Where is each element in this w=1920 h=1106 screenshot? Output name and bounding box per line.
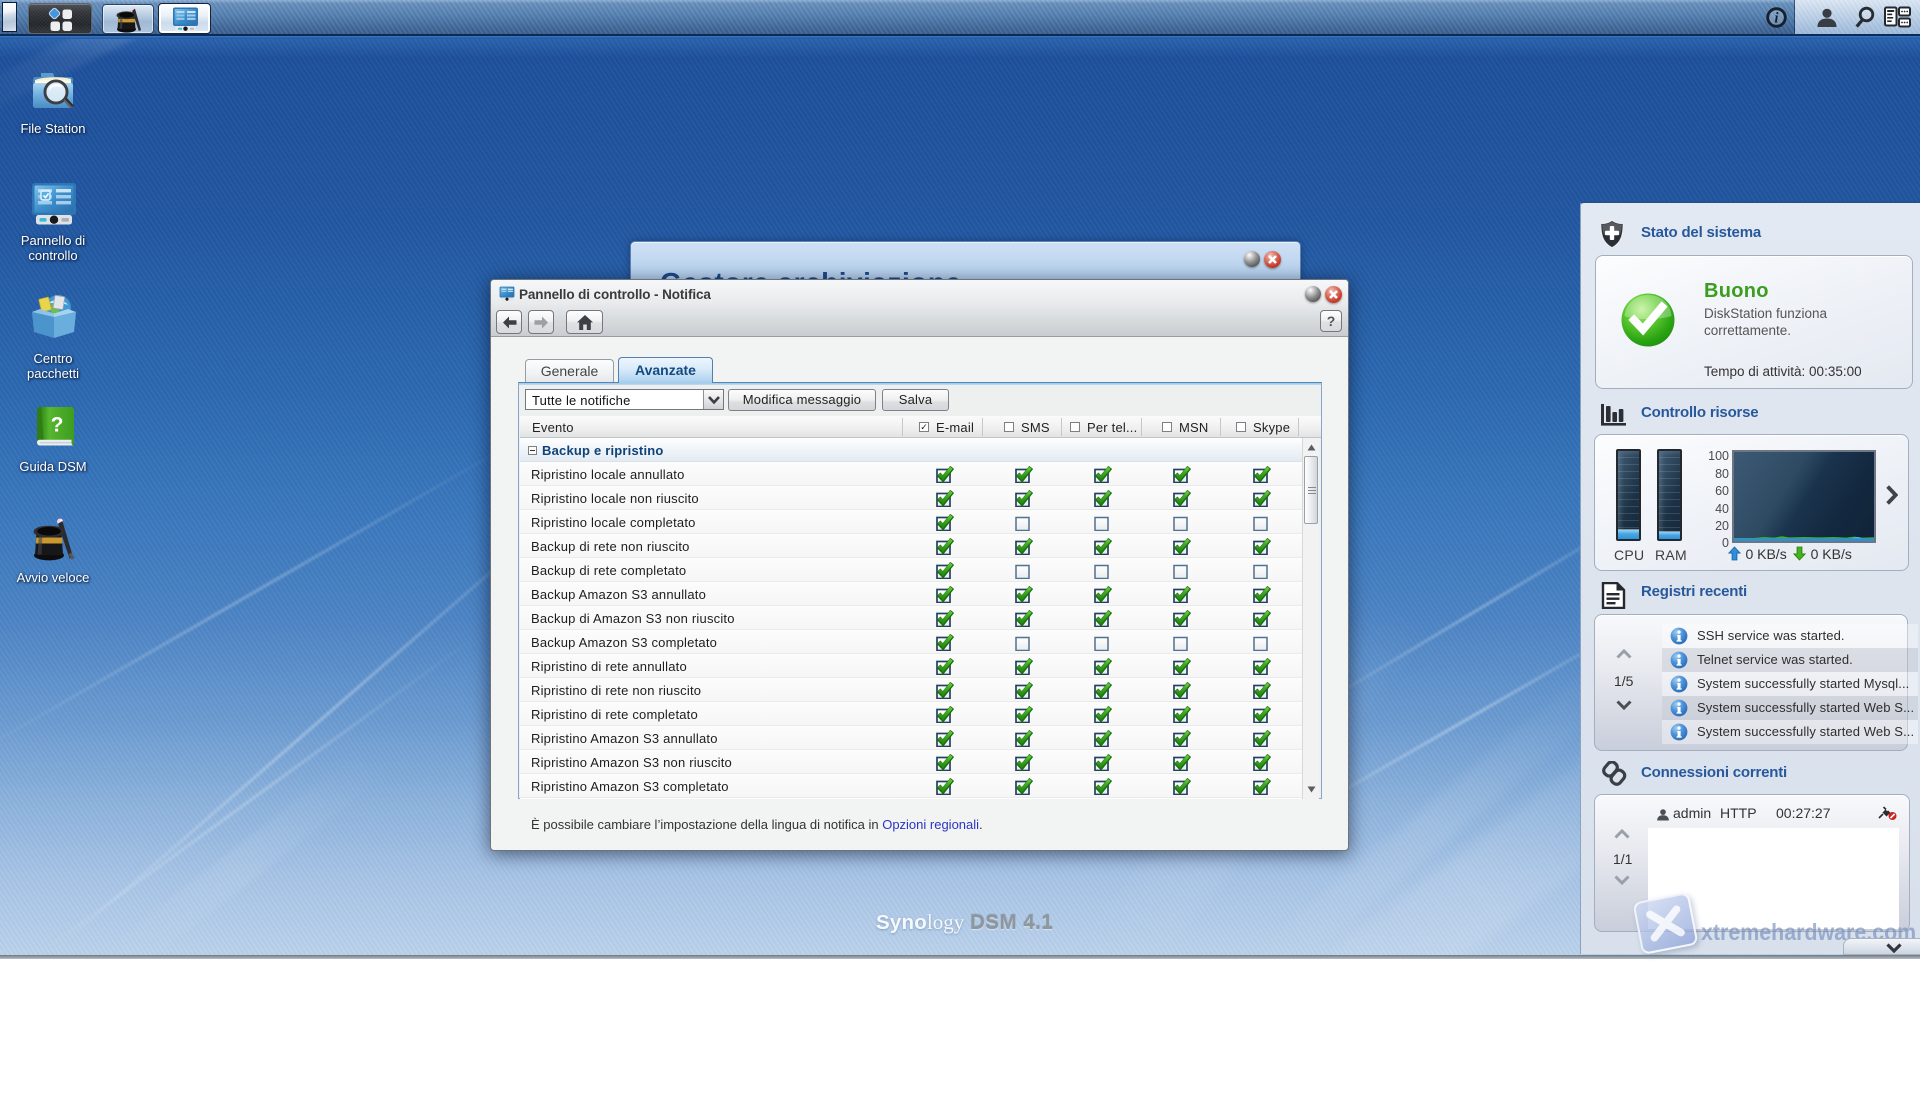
- svg-text:?: ?: [51, 414, 64, 437]
- svg-text:i: i: [1775, 11, 1779, 27]
